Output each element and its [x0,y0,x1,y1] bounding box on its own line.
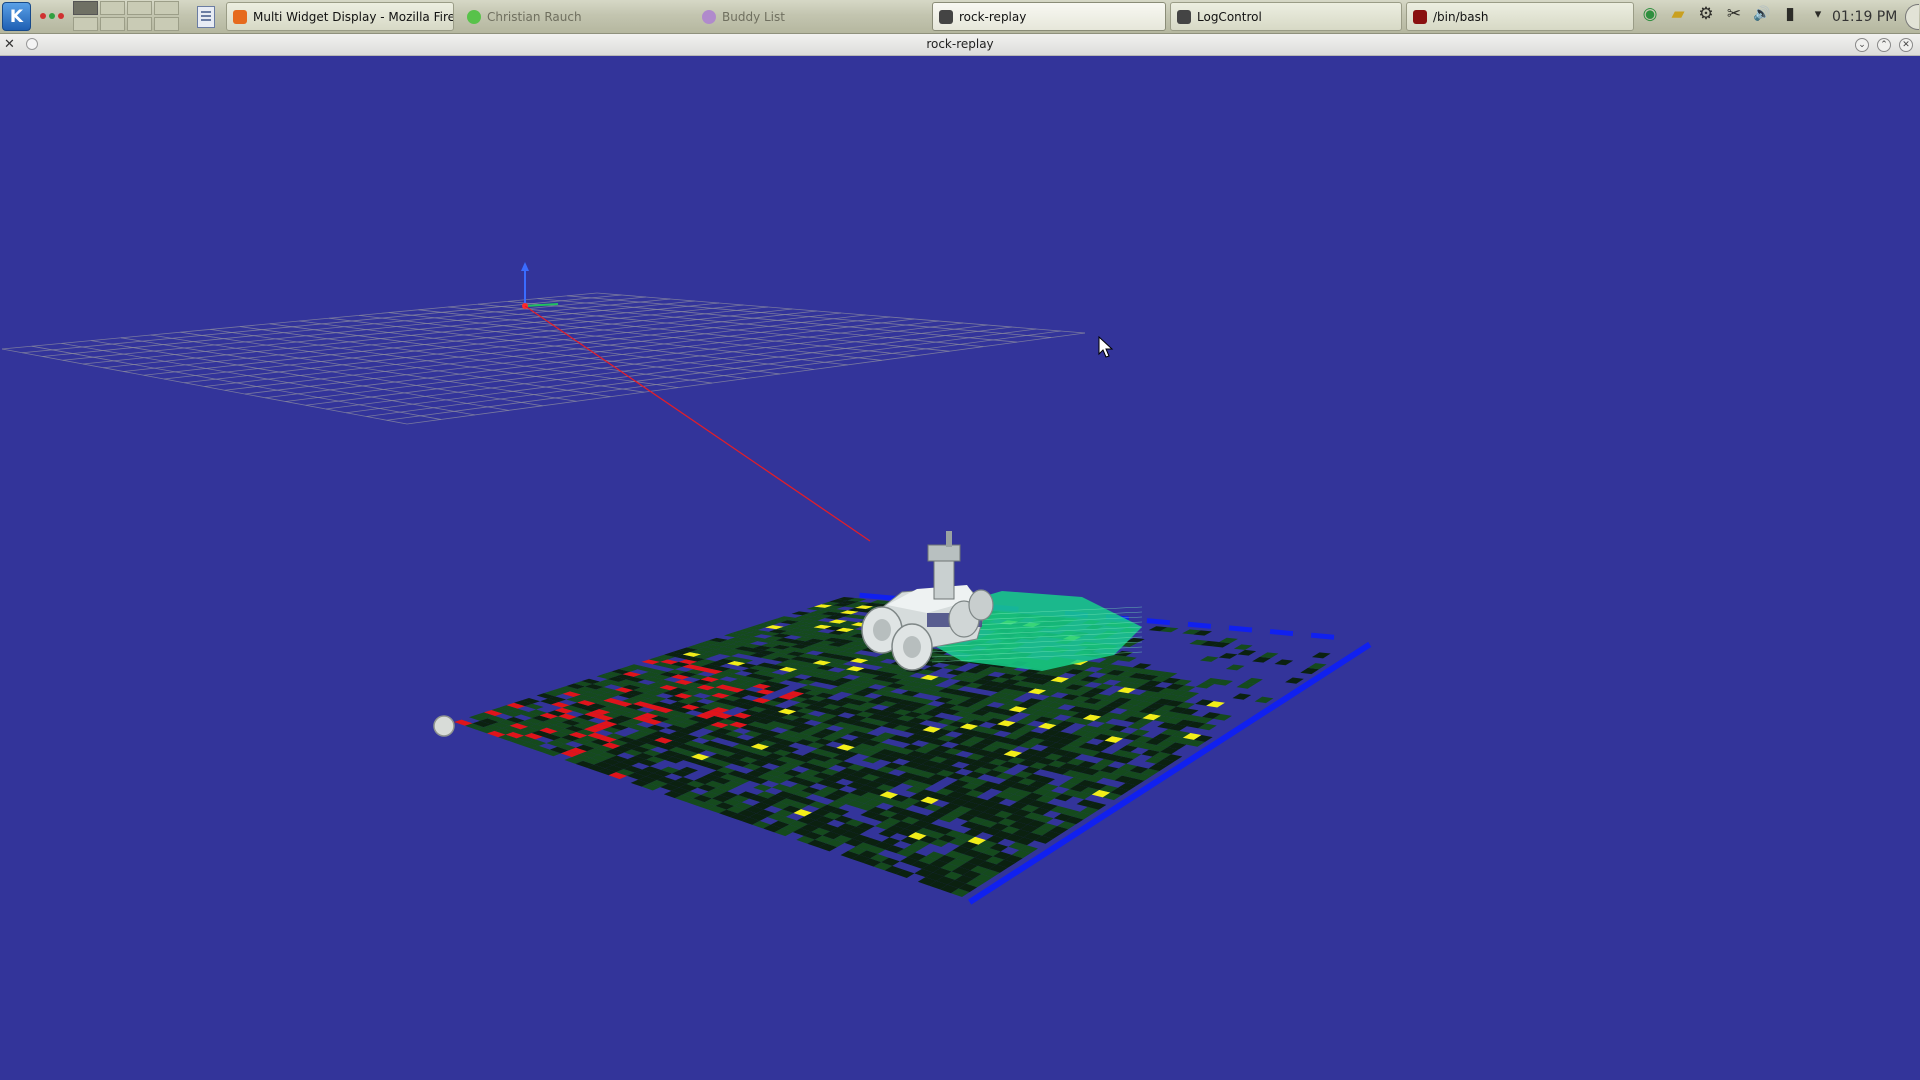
panel-toolbox-button[interactable] [1905,4,1919,30]
rock-icon [939,9,953,24]
pager-desktop-6[interactable] [100,17,125,31]
3d-scene[interactable] [2,57,1918,1078]
taskbar-item-buddy-list[interactable]: Buddy List [696,2,928,31]
pager-desktop-7[interactable] [127,17,152,31]
firefox-icon [233,9,247,24]
robot-sensor-head [927,544,961,562]
show-desktop-icon[interactable] [197,6,215,28]
window-maximize-button[interactable]: ⌃ [1877,38,1891,52]
window-minimize-button[interactable]: ⌄ [1855,38,1869,52]
taskbar-item-firefox[interactable]: Multi Widget Display - Mozilla Firefox [226,2,454,31]
kde-panel: K Multi Widget Display - Mozilla Firefox… [0,0,1920,34]
robot-wheel-rear-right [968,589,994,621]
scene-background [2,57,1918,1078]
chat-status-icon [467,9,481,24]
pager-desktop-2[interactable] [100,1,125,15]
boundary-segment [1146,618,1171,626]
taskbar-item-rock-replay[interactable]: rock-replay [932,2,1166,31]
pager-desktop-8[interactable] [154,17,179,31]
folder-icon[interactable]: ▰ [1668,4,1688,24]
taskbar-item-label: rock-replay [959,9,1027,24]
rock-icon [1177,9,1191,24]
taskbar-item-bash[interactable]: /bin/bash [1406,2,1634,31]
taskbar-item-christian-rauch[interactable]: Christian Rauch [461,2,693,31]
settings-icon[interactable]: ⚙ [1696,4,1716,24]
boundary-segment [1187,621,1212,629]
boundary-segment [1269,629,1294,637]
kde-logo-icon: K [9,6,24,27]
boundary-segment [1310,632,1335,640]
robot-wheel-hub [873,619,891,641]
window-title: rock-replay [926,37,994,51]
taskbar-item-label: Buddy List [722,9,785,24]
taskbar-item-label: LogControl [1197,9,1262,24]
pager-desktop-1[interactable] [73,1,98,15]
rock-replay-window: ✕ rock-replay ⌄ ⌃ ✕ [0,34,1920,1080]
tray-expand-icon[interactable]: ▾ [1808,4,1828,24]
window-close-button[interactable]: ✕ [1899,38,1913,52]
taskbar-item-label: /bin/bash [1433,9,1489,24]
boundary-segment [1228,625,1253,633]
robot-wheel-hub [903,636,921,658]
window-titlebar[interactable]: ✕ rock-replay ⌄ ⌃ ✕ [0,34,1920,56]
start-marker [433,715,455,737]
robot-antenna [946,531,952,547]
taskbar-item-label: Multi Widget Display - Mozilla Firefox [253,9,454,24]
desktop-pager[interactable] [73,1,179,31]
panel-clock[interactable]: 01:19 PM [1832,9,1897,25]
pager-desktop-5[interactable] [73,17,98,31]
taskbar-item-label: Christian Rauch [487,9,582,24]
activity-dots-icon[interactable] [40,13,64,19]
terminal-icon [1413,9,1427,24]
pidgin-icon [702,9,716,24]
kde-menu-button[interactable]: K [2,2,31,31]
volume-icon[interactable]: 🔊 [1752,4,1772,24]
pager-desktop-3[interactable] [127,1,152,15]
robot-mast [933,556,955,600]
network-icon[interactable]: ◉ [1640,4,1660,24]
klipper-icon[interactable]: ✂ [1724,4,1744,24]
battery-icon[interactable]: ▮ [1780,4,1800,24]
pager-desktop-4[interactable] [154,1,179,15]
taskbar-item-logcontrol[interactable]: LogControl [1170,2,1402,31]
3d-viewport[interactable] [2,57,1918,1078]
system-tray: ◉ ▰ ⚙ ✂ 🔊 ▮ ▾ [1640,4,1828,24]
